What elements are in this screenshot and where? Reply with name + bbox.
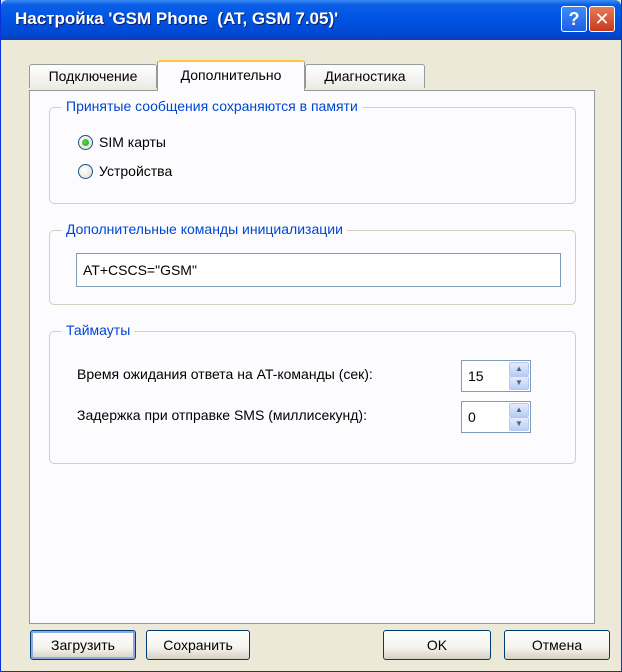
tab-advanced[interactable]: Дополнительно xyxy=(157,60,305,91)
init-commands-input[interactable]: AT+CSCS="GSM" xyxy=(76,253,561,287)
help-button[interactable]: ? xyxy=(561,6,587,32)
spin-down-icon[interactable]: ▼ xyxy=(509,376,529,390)
spin-down-icon[interactable]: ▼ xyxy=(509,417,529,431)
help-icon: ? xyxy=(568,8,580,29)
close-button[interactable]: ✕ xyxy=(589,6,615,32)
load-button[interactable]: Загрузить xyxy=(30,630,136,660)
at-response-timeout-label: Время ожидания ответа на AT-команды (сек… xyxy=(77,366,373,382)
spinner-buttons: ▲ ▼ xyxy=(509,362,529,390)
message-storage-legend: Принятые сообщения сохраняются в памяти xyxy=(62,98,362,114)
init-commands-group: Дополнительные команды инициализации AT+… xyxy=(49,221,576,305)
settings-dialog: Настройка 'GSM Phone (AT, GSM 7.05)' ? ✕… xyxy=(0,0,622,672)
tab-diagnostics[interactable]: Диагностика xyxy=(305,64,425,88)
at-response-timeout-spinner[interactable]: 15 ▲ ▼ xyxy=(461,360,531,392)
cancel-button[interactable]: Отмена xyxy=(504,630,610,660)
save-button[interactable]: Сохранить xyxy=(146,630,250,660)
spin-up-icon[interactable]: ▲ xyxy=(509,403,529,417)
sms-send-delay-value[interactable]: 0 xyxy=(468,409,476,425)
ok-button[interactable]: OK xyxy=(383,630,491,660)
at-response-timeout-value[interactable]: 15 xyxy=(468,368,484,384)
radio-device[interactable]: Устройства xyxy=(78,163,172,179)
title-bar[interactable]: Настройка 'GSM Phone (AT, GSM 7.05)' ? ✕ xyxy=(1,0,621,40)
advanced-tab-panel: Принятые сообщения сохраняются в памяти … xyxy=(29,90,595,624)
timeouts-group: Таймауты Время ожидания ответа на AT-ком… xyxy=(49,322,576,464)
init-commands-legend: Дополнительные команды инициализации xyxy=(62,221,347,237)
sms-send-delay-label: Задержка при отправке SMS (миллисекунд): xyxy=(77,407,367,423)
close-icon: ✕ xyxy=(594,8,610,29)
spinner-buttons: ▲ ▼ xyxy=(509,403,529,431)
timeouts-legend: Таймауты xyxy=(62,322,135,338)
radio-checked-icon[interactable] xyxy=(78,134,93,150)
radio-unchecked-icon[interactable] xyxy=(78,163,93,179)
window-title: Настройка 'GSM Phone (AT, GSM 7.05)' xyxy=(15,9,339,28)
sms-send-delay-spinner[interactable]: 0 ▲ ▼ xyxy=(461,401,531,433)
tab-connection[interactable]: Подключение xyxy=(29,64,157,88)
radio-sim-card-label: SIM карты xyxy=(99,134,166,150)
spin-up-icon[interactable]: ▲ xyxy=(509,362,529,376)
message-storage-group: Принятые сообщения сохраняются в памяти … xyxy=(49,98,576,204)
radio-device-label: Устройства xyxy=(99,163,173,179)
radio-sim-card[interactable]: SIM карты xyxy=(78,134,166,150)
